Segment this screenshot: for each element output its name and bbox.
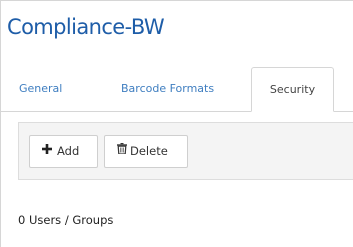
compliance-panel: Compliance-BW General Barcode Formats Se… <box>0 0 353 247</box>
tab-general[interactable]: General <box>19 67 79 112</box>
tab-security[interactable]: Security <box>251 67 334 112</box>
tab-barcode-formats[interactable]: Barcode Formats <box>121 67 233 112</box>
toolbar: Add Delete <box>18 122 353 180</box>
plus-icon <box>42 135 52 166</box>
delete-button[interactable]: Delete <box>104 135 188 168</box>
users-groups-count: 0 Users / Groups <box>18 213 114 227</box>
trash-icon <box>117 135 127 166</box>
add-button-label: Add <box>57 144 80 158</box>
add-button[interactable]: Add <box>29 135 98 168</box>
page-title: Compliance-BW <box>7 15 165 39</box>
tab-bar: General Barcode Formats Security <box>1 67 353 112</box>
delete-button-label: Delete <box>130 144 168 158</box>
